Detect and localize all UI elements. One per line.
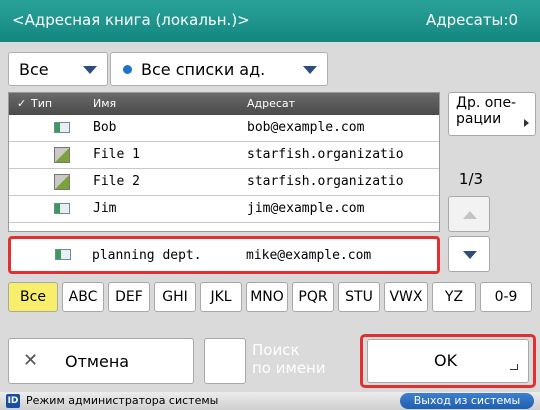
cancel-button[interactable]: ✕ Отмена [8,338,194,384]
address-list-dropdown-label: Все списки ад. [141,60,266,79]
category-dropdown[interactable]: Все [8,52,108,86]
admin-mode-text: Режим администратора системы [26,394,219,407]
list-item[interactable]: Jim jim@example.com [9,196,439,223]
address-list-dropdown[interactable]: Все списки ад. [110,52,328,86]
more-operations-label: Др. опе- рации [456,95,517,127]
column-address[interactable]: Адресат [247,97,295,110]
search-by-name-button[interactable]: Поиск по имени [204,338,354,384]
search-by-name-label: Поиск по имени [252,341,326,377]
item-name: planning dept. [92,248,202,263]
enter-icon [510,364,518,370]
contact-card-icon [54,203,70,214]
checkmark-icon: ✓ [17,97,27,110]
address-list: ✓ Тип Имя Адресат Bob bob@example.com Fi… [8,92,440,232]
title-bar: <Адресная книга (локальн.)> Адресаты:0 [0,0,540,42]
file-server-icon [54,147,70,163]
cancel-label: Отмена [65,352,130,371]
filter-def[interactable]: DEF [108,282,150,312]
address-count: Адресаты:0 [426,11,518,29]
list-item[interactable]: File 1 starfish.organizatio [9,142,439,169]
scroll-up-button[interactable] [448,196,490,232]
filter-jkl[interactable]: JKL [200,282,242,312]
page-indicator: 1/3 [458,170,484,188]
page-title: <Адресная книга (локальн.)> [12,11,250,29]
list-header: ✓ Тип Имя Адресат [9,93,439,115]
arrow-up-icon [463,211,477,219]
item-address: mike@example.com [246,248,372,263]
filter-pqr[interactable]: PQR [292,282,334,312]
ok-highlight: OK [360,334,536,388]
id-badge-icon: ID [6,394,20,408]
ok-button[interactable]: OK [367,339,529,383]
filter-ghi[interactable]: GHI [154,282,196,312]
close-icon: ✕ [23,350,39,371]
arrow-down-icon [463,251,477,259]
filter-yz[interactable]: YZ [432,282,476,312]
search-by-name-toggle[interactable] [204,338,246,384]
filter-all[interactable]: Все [8,282,58,312]
list-item[interactable]: Bob bob@example.com [9,115,439,142]
item-name: Jim [93,201,117,216]
filter-digits[interactable]: 0-9 [480,282,532,312]
item-name: Bob [93,120,117,135]
list-item[interactable]: File 2 starfish.organizatio [9,169,439,196]
filter-abc[interactable]: ABC [62,282,104,312]
filter-vwx[interactable]: VWX [384,282,428,312]
category-dropdown-label: Все [19,60,49,79]
ok-label: OK [434,351,458,370]
file-server-icon [54,174,70,190]
chevron-right-icon [524,119,529,127]
item-address: bob@example.com [247,120,365,135]
contact-card-icon [55,249,71,260]
list-item-selected[interactable]: planning dept. mike@example.com [8,236,440,274]
logout-button[interactable]: Выход из системы [400,393,534,409]
chevron-down-icon [303,66,317,74]
contact-card-icon [54,122,70,133]
scroll-down-button[interactable] [448,236,490,272]
status-bar: ID Режим администратора системы Выход из… [0,392,540,410]
item-name: File 1 [93,147,140,162]
column-name[interactable]: Имя [93,97,116,110]
radio-dot-icon [123,65,132,74]
column-type[interactable]: Тип [31,97,52,110]
more-operations-button[interactable]: Др. опе- рации [448,92,536,136]
item-address: starfish.organizatio [247,174,404,189]
item-name: File 2 [93,174,140,189]
item-address: starfish.organizatio [247,147,404,162]
filter-mno[interactable]: MNO [246,282,288,312]
filter-stu[interactable]: STU [338,282,380,312]
item-address: jim@example.com [247,201,365,216]
chevron-down-icon [83,66,97,74]
